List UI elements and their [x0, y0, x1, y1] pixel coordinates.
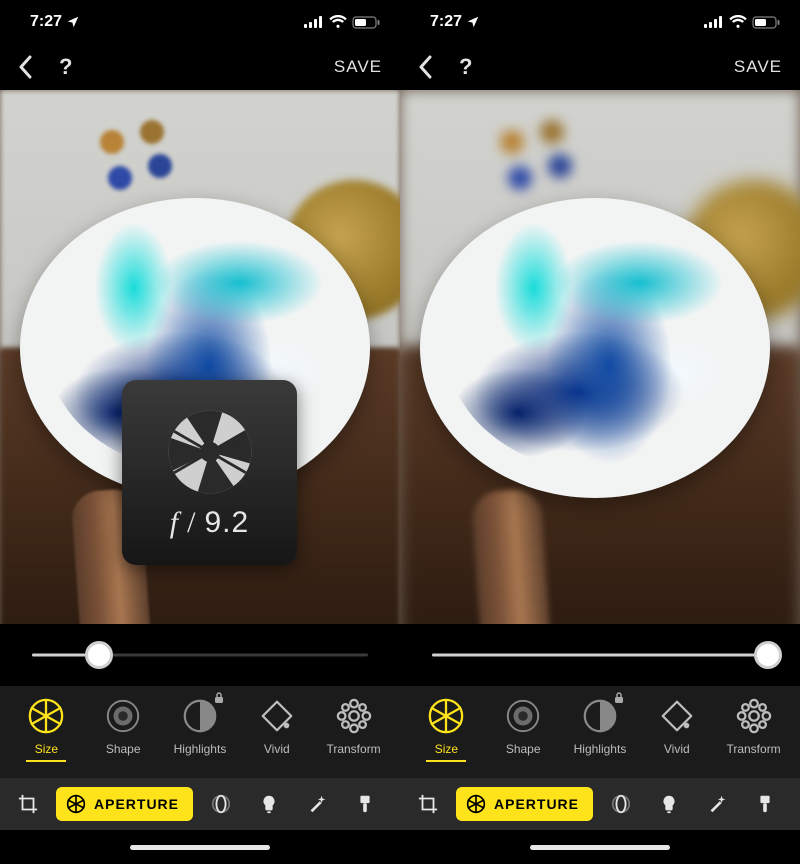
shape-icon [103, 696, 143, 736]
battery-icon [352, 16, 380, 29]
tool-highlights[interactable]: Highlights [564, 696, 636, 756]
nav-bar: ? SAVE [400, 44, 800, 90]
aperture-icon [426, 696, 466, 736]
tool-label: Shape [106, 742, 141, 756]
tool-transform[interactable]: Transform [718, 696, 790, 756]
back-button[interactable] [18, 55, 33, 79]
slider-row [400, 624, 800, 686]
bulb-icon[interactable] [649, 784, 689, 824]
transform-icon [334, 696, 374, 736]
status-indicators [704, 15, 780, 29]
tool-label: Transform [726, 742, 780, 756]
tool-transform[interactable]: Transform [318, 696, 390, 756]
home-indicator[interactable] [400, 830, 800, 864]
bulb-icon[interactable] [249, 784, 289, 824]
aperture-icon [164, 406, 256, 498]
status-time: 7:27 [30, 13, 62, 31]
transform-icon [734, 696, 774, 736]
tool-vivid[interactable]: Vivid [641, 696, 713, 756]
aperture-pill-label: APERTURE [94, 796, 179, 812]
aperture-pill-label: APERTURE [494, 796, 579, 812]
lens-icon[interactable] [601, 784, 641, 824]
aperture-pill[interactable]: APERTURE [56, 787, 193, 821]
tool-label: Transform [326, 742, 380, 756]
aperture-icon [466, 794, 486, 814]
tool-highlights[interactable]: Highlights [164, 696, 236, 756]
help-button[interactable]: ? [459, 54, 472, 80]
battery-icon [752, 16, 780, 29]
status-bar: 7:27 [400, 0, 800, 44]
aperture-value: 9.2 [204, 506, 249, 540]
vivid-icon [257, 696, 297, 736]
status-indicators [304, 15, 380, 29]
lock-icon [214, 692, 224, 704]
save-button[interactable]: SAVE [734, 57, 782, 77]
save-button[interactable]: SAVE [334, 57, 382, 77]
aperture-pill[interactable]: APERTURE [456, 787, 593, 821]
status-time: 7:27 [430, 13, 462, 31]
cell-signal-icon [304, 16, 324, 28]
crop-icon[interactable] [408, 784, 448, 824]
aperture-slider[interactable] [32, 641, 368, 669]
tools-row: Size Shape Highlights Vivid [0, 686, 400, 778]
wand-icon[interactable] [697, 784, 737, 824]
tool-label: Size [435, 742, 458, 756]
tool-shape[interactable]: Shape [487, 696, 559, 756]
status-bar: 7:27 [0, 0, 400, 44]
tool-label: Vivid [664, 742, 690, 756]
tool-label: Vivid [264, 742, 290, 756]
home-indicator[interactable] [0, 830, 400, 864]
aperture-divider: / [187, 506, 196, 540]
bottom-bar: APERTURE [400, 778, 800, 830]
tool-label: Highlights [574, 742, 627, 756]
cell-signal-icon [704, 16, 724, 28]
shape-icon [503, 696, 543, 736]
help-button[interactable]: ? [59, 54, 72, 80]
lens-icon[interactable] [201, 784, 241, 824]
aperture-icon [66, 794, 86, 814]
tool-size[interactable]: Size [10, 696, 82, 756]
tool-label: Size [35, 742, 58, 756]
nav-bar: ? SAVE [0, 44, 400, 90]
aperture-icon [26, 696, 66, 736]
photo-viewport[interactable]: f / 9.2 [0, 90, 400, 624]
tool-size[interactable]: Size [410, 696, 482, 756]
tool-vivid[interactable]: Vivid [241, 696, 313, 756]
location-icon [66, 15, 80, 29]
lock-icon [614, 692, 624, 704]
aperture-slider[interactable] [432, 641, 768, 669]
wifi-icon [329, 15, 347, 29]
screen-left: 7:27 ? SAVE [0, 0, 400, 864]
tool-shape[interactable]: Shape [87, 696, 159, 756]
slider-row [0, 624, 400, 686]
aperture-overlay: f / 9.2 [122, 380, 297, 565]
brush-icon[interactable] [345, 784, 385, 824]
crop-icon[interactable] [8, 784, 48, 824]
brush-icon[interactable] [745, 784, 785, 824]
tool-label: Shape [506, 742, 541, 756]
aperture-f-prefix: f [170, 506, 179, 540]
tool-label: Highlights [174, 742, 227, 756]
screen-right: 7:27 ? SAVE [400, 0, 800, 864]
tools-row: Size Shape Highlights Vivid [400, 686, 800, 778]
back-button[interactable] [418, 55, 433, 79]
bottom-bar: APERTURE [0, 778, 400, 830]
wand-icon[interactable] [297, 784, 337, 824]
vivid-icon [657, 696, 697, 736]
wifi-icon [729, 15, 747, 29]
photo-viewport[interactable] [400, 90, 800, 624]
location-icon [466, 15, 480, 29]
